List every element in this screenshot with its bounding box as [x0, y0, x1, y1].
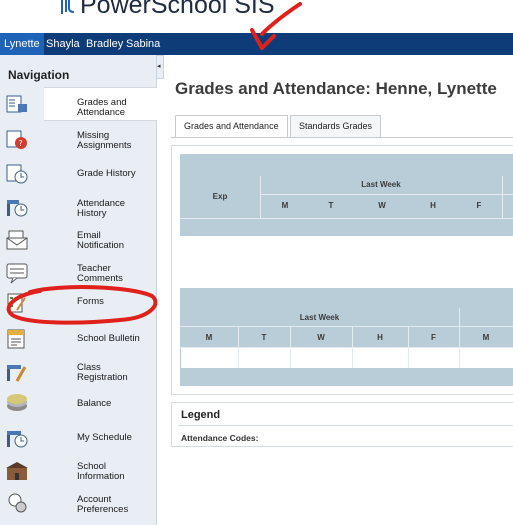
sidebar-item-label: Balance	[77, 398, 112, 409]
forms-icon	[7, 293, 26, 313]
schedule-icon	[7, 431, 28, 448]
sidebar-item-class-registration[interactable]: Class Registration	[7, 355, 157, 389]
sidebar-item-label: My Schedule	[77, 432, 132, 443]
attendance-row	[181, 348, 513, 368]
registration-icon	[7, 365, 27, 382]
grade-history-icon	[6, 164, 28, 184]
col-header-day: W	[378, 201, 386, 210]
sidebar-item-label: Missing Assignments	[77, 130, 132, 151]
sidebar-item-label: School Bulletin	[77, 333, 140, 344]
legend-panel: Legend Attendance Codes:	[171, 402, 513, 447]
sidebar-item-label: Forms	[77, 296, 104, 307]
col-header-day: F	[431, 333, 436, 342]
sidebar-item-school-bulletin[interactable]: School Bulletin	[7, 322, 157, 356]
col-header-day: M	[205, 333, 213, 342]
sidebar-item-attendance-history[interactable]: Attendance History	[7, 190, 157, 224]
col-header-day: T	[261, 333, 267, 342]
sidebar-item-forms[interactable]: Forms	[7, 287, 157, 321]
missing-assignments-icon: ?	[6, 130, 27, 149]
col-header-last-week: Last Week	[361, 180, 401, 189]
sidebar-item-school-information[interactable]: School Information	[6, 454, 157, 488]
tab-grades-and-attendance[interactable]: Grades and Attendance	[175, 115, 288, 138]
attendance-codes-label: Attendance Codes:	[181, 433, 259, 443]
sidebar-item-label: School Information	[77, 461, 125, 482]
sidebar-item-email-notification[interactable]: Email Notification	[6, 223, 157, 257]
sidebar-item-my-schedule[interactable]: My Schedule	[7, 421, 157, 455]
svg-text:?: ?	[19, 139, 23, 148]
col-header-last-week: Last Week	[299, 313, 340, 322]
col-header-day: F	[476, 201, 482, 210]
sidebar-item-label: Grades and Attendance	[77, 97, 127, 118]
sidebar-item-missing-assignments[interactable]: ? Missing Assignments	[6, 123, 157, 157]
sidebar-item-label: Attendance History	[77, 198, 126, 219]
sidebar-item-teacher-comments[interactable]: Teacher Comments	[6, 256, 157, 290]
school-icon	[6, 462, 28, 480]
col-header-exp: Exp	[212, 192, 228, 201]
page-title: Grades and Attendance: Henne, Lynette	[175, 79, 497, 98]
col-header-day: M	[482, 333, 490, 342]
sidebar-item-label: Email Notification	[77, 230, 124, 251]
page: PowerSchool SIS Lynette Shayla Bradley S…	[0, 0, 513, 525]
col-header-day: T	[328, 201, 334, 210]
collapse-arrow-icon: ◂	[157, 63, 161, 70]
grades-attendance-icon	[6, 95, 27, 113]
student-tab-sabina[interactable]: Sabina	[122, 33, 164, 55]
student-tab-bradley[interactable]: Bradley	[82, 33, 127, 55]
comments-icon	[6, 263, 28, 284]
bulletin-icon	[7, 329, 25, 349]
student-tab-shayla[interactable]: Shayla	[42, 33, 84, 55]
attendance-history-icon	[7, 200, 28, 217]
sidebar-item-label: Account Preferences	[77, 494, 129, 515]
sidebar-item-grades-attendance[interactable]: Grades and Attendance	[6, 87, 157, 121]
sidebar-item-label: Grade History	[77, 168, 136, 179]
col-header-day: H	[377, 333, 383, 342]
divider	[178, 425, 513, 426]
sidebar-item-label: Class Registration	[77, 362, 128, 383]
sidebar-item-grade-history[interactable]: Grade History	[6, 157, 157, 191]
tab-divider	[171, 137, 513, 138]
sidebar-item-balance[interactable]: Balance	[7, 388, 157, 422]
col-header-day: H	[430, 201, 436, 210]
email-icon	[6, 230, 28, 250]
sidebar-item-label: Teacher Comments	[77, 263, 123, 284]
col-header-day: W	[317, 333, 325, 342]
sidebar-item-account-preferences[interactable]: Account Preferences	[8, 487, 157, 521]
tab-standards-grades[interactable]: Standards Grades	[290, 115, 382, 137]
powerschool-logo-icon	[61, 0, 75, 14]
student-tab-bar: Lynette Shayla Bradley Sabina	[0, 33, 513, 55]
sidebar-collapse-handle[interactable]: ◂	[157, 55, 164, 79]
col-header-day: M	[281, 201, 289, 210]
app-header: PowerSchool SIS	[0, 0, 513, 33]
app-name: PowerSchool SIS	[80, 0, 275, 19]
student-tab-lynette[interactable]: Lynette	[0, 33, 44, 55]
navigation-heading: Navigation	[8, 68, 70, 82]
balance-icon	[7, 394, 27, 411]
account-icon	[8, 493, 27, 513]
legend-title: Legend	[181, 409, 221, 421]
